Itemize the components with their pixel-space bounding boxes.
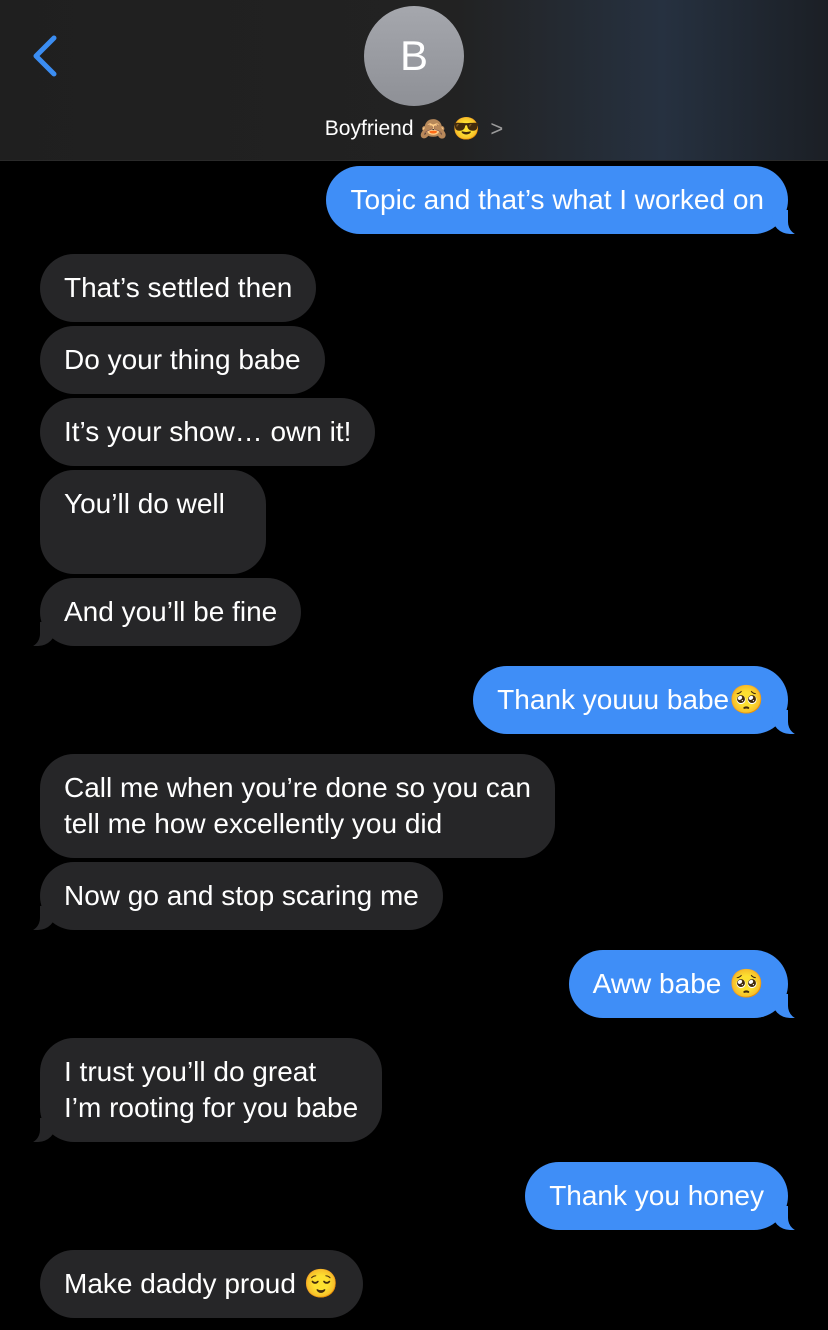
message-text: You’ll do well	[64, 488, 225, 519]
message-bubble-incoming[interactable]: Call me when you’re done so you can tell…	[40, 754, 555, 858]
message-text: Thank youuu babe	[497, 684, 730, 715]
message-text-line: tell me how excellently you did	[64, 808, 443, 839]
message-text: Aww babe	[592, 968, 730, 999]
message-bubble-incoming[interactable]: Do your thing babe	[40, 326, 325, 394]
message-bubble-incoming[interactable]: Make daddy proud 😌	[40, 1250, 363, 1318]
contact-avatar[interactable]: B	[364, 6, 464, 106]
message-bubble-incoming[interactable]: I trust you’ll do great I’m rooting for …	[17, 1038, 383, 1144]
message-text-line: I trust you’ll do great	[64, 1056, 317, 1087]
message-bubble-outgoing[interactable]: Thank youuu babe🥺	[473, 666, 810, 736]
message-bubble-incoming[interactable]: It’s your show… own it!	[40, 398, 376, 466]
message-bubble-outgoing[interactable]: Thank you honey	[525, 1162, 810, 1232]
message-text: Do your thing babe	[64, 344, 301, 375]
message-text: It’s your show… own it!	[64, 416, 352, 447]
sunglasses-emoji: 😎	[452, 116, 481, 141]
avatar-initial: B	[399, 32, 428, 79]
message-text-line: I’m rooting for you babe	[64, 1092, 359, 1123]
message-text: Topic and that’s what I worked on	[350, 184, 764, 215]
chevron-left-icon	[33, 35, 57, 77]
message-bubble-outgoing[interactable]: Topic and that’s what I worked on	[326, 166, 810, 236]
message-bubble-incoming[interactable]: Now go and stop scaring me	[18, 862, 443, 932]
message-bubble-incoming[interactable]: You’ll do well	[40, 470, 266, 574]
pleading-face-emoji: 🥺	[729, 968, 764, 999]
message-bubble-incoming[interactable]: That’s settled then	[40, 254, 317, 322]
chevron-right-icon: >	[490, 116, 504, 141]
message-bubble-outgoing[interactable]: Aww babe 🥺	[568, 950, 811, 1020]
relieved-face-emoji: 😌	[303, 1268, 339, 1299]
back-button[interactable]	[26, 32, 70, 80]
message-text: Thank you honey	[549, 1180, 764, 1211]
pleading-face-emoji: 🥺	[729, 684, 764, 715]
see-no-evil-monkey-emoji: 🙈	[419, 116, 447, 141]
message-text: And you’ll be fine	[64, 596, 278, 627]
message-text: Make daddy proud	[64, 1268, 304, 1299]
conversation-header: B Boyfriend 🙈 😎 >	[0, 0, 828, 161]
message-text: Now go and stop scaring me	[64, 880, 419, 911]
message-text-line: Call me when you’re done so you can	[64, 772, 531, 803]
contact-name-row[interactable]: Boyfriend 🙈 😎 >	[0, 112, 828, 146]
contact-name: Boyfriend	[324, 117, 414, 140]
message-bubble-incoming[interactable]: And you’ll be fine	[17, 578, 302, 648]
message-text: That’s settled then	[64, 272, 293, 303]
